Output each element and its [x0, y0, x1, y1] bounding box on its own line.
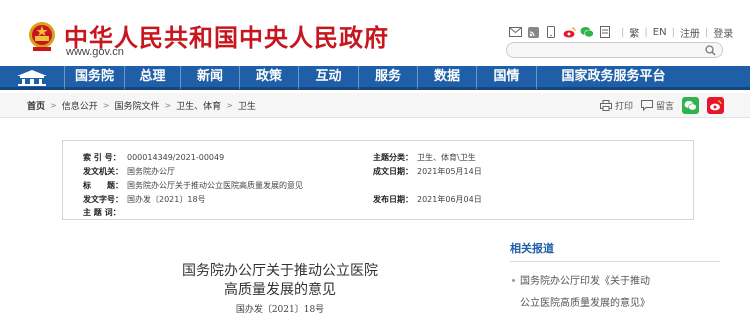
nav-item-state-council[interactable]: 国务院	[64, 64, 124, 89]
wechat-icon	[682, 97, 699, 114]
nav-item-interaction[interactable]: 互动	[298, 64, 358, 89]
nav-item-gov-service-platform[interactable]: 国家政务服务平台	[536, 64, 690, 89]
traditional-chinese-link[interactable]: 繁	[629, 25, 639, 40]
nav-item-premier[interactable]: 总理	[124, 64, 180, 89]
search-box	[506, 42, 723, 58]
register-link[interactable]: 注册	[680, 25, 700, 40]
info-label: 标 题：	[83, 181, 123, 190]
divider: |	[704, 26, 709, 38]
print-label: 打印	[614, 102, 633, 112]
site-header: 中华人民共和国中央人民政府 www.gov.cn | 繁 | EN | 注册 |…	[0, 0, 750, 66]
info-category-row: 主题分类： 卫生、体育\卫生	[373, 152, 476, 163]
chevron-right-icon: >	[50, 100, 57, 110]
info-value: 国务院办公厅	[127, 167, 175, 176]
info-value: 000014349/2021-00049	[127, 153, 225, 162]
nav-item-data[interactable]: 数据	[417, 64, 476, 89]
info-label: 索 引 号：	[83, 153, 121, 162]
breadcrumb-home[interactable]: 首页	[27, 99, 45, 112]
breadcrumb-bar: 首页 > 信息公开 > 国务院文件 > 卫生、体育 > 卫生 打印 留言	[0, 93, 750, 118]
app-icon[interactable]	[598, 25, 612, 39]
nav-item-services[interactable]: 服务	[358, 64, 417, 89]
info-docno-row: 发文字号： 国办发〔2021〕18号	[83, 194, 206, 205]
info-pubdate-row: 发布日期： 2021年06月04日	[373, 194, 482, 205]
rss-icon[interactable]	[526, 25, 540, 39]
related-report-line: 公立医院高质量发展的意见》	[520, 298, 650, 309]
weibo-icon	[707, 97, 724, 114]
info-title-row: 标 题： 国务院办公厅关于推动公立医院高质量发展的意见	[83, 180, 303, 191]
search-icon[interactable]	[705, 45, 716, 56]
document-info-table: 索 引 号： 000014349/2021-00049 主题分类： 卫生、体育\卫生…	[62, 140, 694, 220]
breadcrumb: 首页 > 信息公开 > 国务院文件 > 卫生、体育 > 卫生	[27, 93, 256, 117]
login-link[interactable]: 登录	[713, 25, 733, 40]
main-nav: 国务院 总理 新闻 政策 互动 服务 数据 国情 国家政务服务平台	[0, 64, 750, 90]
share-weibo-button[interactable]	[707, 97, 724, 114]
divider: |	[671, 26, 675, 38]
share-wechat-button[interactable]	[682, 97, 699, 114]
wechat-icon[interactable]	[580, 25, 594, 39]
mail-icon[interactable]	[508, 25, 522, 39]
article-title-line: 国务院办公厅关于推动公立医院	[182, 263, 378, 279]
nav-item-policy[interactable]: 政策	[239, 64, 298, 89]
breadcrumb-info-disclosure[interactable]: 信息公开	[62, 99, 98, 112]
mobile-icon[interactable]	[544, 25, 558, 39]
info-date-row: 成文日期： 2021年05月14日	[373, 166, 482, 177]
info-label: 主 题 词：	[83, 208, 121, 217]
related-reports-heading: 相关报道	[510, 240, 720, 262]
top-links: | 繁 | EN | 注册 | 登录	[508, 23, 733, 41]
print-button[interactable]: 打印	[599, 99, 633, 112]
breadcrumb-state-council-docs[interactable]: 国务院文件	[114, 99, 159, 112]
info-label: 发文机关：	[83, 167, 123, 176]
article-doc-number: 国办发〔2021〕18号	[235, 305, 325, 315]
comment-button[interactable]: 留言	[640, 99, 674, 112]
info-value: 卫生、体育\卫生	[417, 153, 476, 162]
comment-icon	[640, 100, 653, 111]
english-link[interactable]: EN	[653, 27, 667, 38]
breadcrumb-health-sports[interactable]: 卫生、体育	[176, 99, 221, 112]
related-report-link[interactable]: 国务院办公厅印发《关于推动 公立医院高质量发展的意见》	[510, 271, 720, 315]
breadcrumb-health[interactable]: 卫生	[238, 99, 256, 112]
info-index-row: 索 引 号： 000014349/2021-00049	[83, 152, 224, 163]
related-reports: 相关报道 国务院办公厅印发《关于推动 公立医院高质量发展的意见》	[510, 240, 720, 315]
home-icon[interactable]	[0, 65, 64, 89]
info-label: 主题分类：	[373, 153, 413, 162]
nav-item-news[interactable]: 新闻	[180, 64, 239, 89]
weibo-icon[interactable]	[562, 25, 576, 39]
chevron-right-icon: >	[226, 100, 233, 110]
site-url[interactable]: www.gov.cn	[66, 46, 124, 58]
info-value: 2021年05月14日	[417, 167, 482, 176]
bullet-icon	[512, 279, 515, 282]
info-issuer-row: 发文机关： 国务院办公厅	[83, 166, 175, 177]
comment-label: 留言	[655, 102, 674, 112]
share-tools: 打印 留言	[592, 97, 724, 114]
article-title-line: 高质量发展的意见	[224, 282, 336, 298]
info-value: 国办发〔2021〕18号	[127, 195, 206, 204]
divider: |	[621, 26, 625, 38]
info-label: 成文日期：	[373, 167, 413, 176]
info-value: 国务院办公厅关于推动公立医院高质量发展的意见	[127, 181, 303, 190]
chevron-right-icon: >	[164, 100, 172, 110]
divider: |	[644, 26, 648, 38]
search-input[interactable]	[515, 44, 695, 56]
chevron-right-icon: >	[102, 100, 110, 110]
info-label: 发文字号：	[83, 195, 123, 204]
national-emblem-icon[interactable]	[27, 20, 57, 52]
printer-icon	[599, 100, 612, 111]
info-keywords-row: 主 题 词：	[83, 207, 127, 218]
article-title: 国务院办公厅关于推动公立医院 高质量发展的意见	[140, 262, 420, 300]
info-label: 发布日期：	[373, 195, 413, 204]
related-report-line: 国务院办公厅印发《关于推动	[520, 276, 650, 287]
info-value: 2021年06月04日	[417, 195, 482, 204]
nav-item-national-conditions[interactable]: 国情	[476, 64, 536, 89]
